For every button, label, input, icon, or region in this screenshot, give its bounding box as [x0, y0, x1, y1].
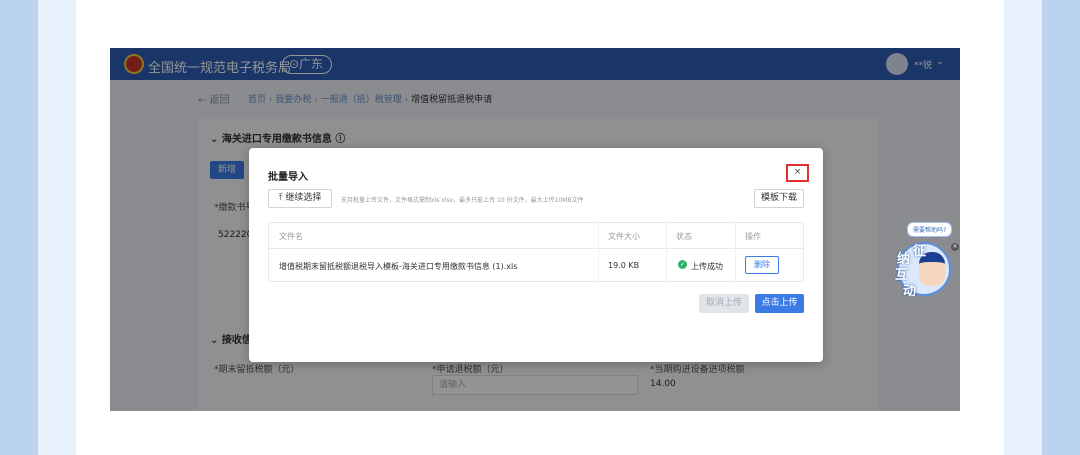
mascot-close-icon[interactable]: ×	[951, 243, 959, 251]
file-size: 19.0 KB	[608, 261, 640, 270]
dialog-title: 批量导入	[268, 172, 308, 183]
help-bubble[interactable]: 需要帮助吗?	[907, 222, 953, 237]
upload-hint: 支持批量上传文件，文件格式需制xls xlsx，最多只能上传 10 份文件，最大…	[341, 197, 584, 204]
mascot-char: 动	[903, 284, 917, 299]
mascot-widget[interactable]: 征 纳 互 动	[893, 240, 953, 300]
outer-border-left	[0, 0, 38, 455]
check-icon: ✓	[678, 260, 687, 269]
cancel-upload-button[interactable]: 取消上传	[699, 294, 749, 313]
mascot-char: 征	[913, 244, 927, 259]
column-divider	[735, 223, 736, 281]
column-header: 操作	[745, 232, 761, 241]
file-name: 增值税期末留抵税额退税导入模板-海关进口专用缴款书信息 (1).xls	[279, 262, 518, 271]
template-download-button[interactable]: 模板下载	[754, 189, 804, 208]
column-header: 状态	[676, 232, 692, 241]
outer-border-right	[1042, 0, 1080, 455]
column-header: 文件名	[279, 232, 303, 241]
column-header: 文件大小	[608, 232, 640, 241]
batch-import-dialog: 批量导入 × ⤒ 继续选择 支持批量上传文件，文件格式需制xls xlsx，最多…	[249, 148, 823, 362]
column-divider	[666, 223, 667, 281]
table-header: 文件名 文件大小 状态 操作	[269, 223, 803, 249]
upload-status: 上传成功	[691, 262, 723, 271]
close-icon[interactable]: ×	[788, 166, 807, 180]
continue-select-button[interactable]: ⤒ 继续选择	[268, 189, 332, 208]
file-table: 文件名 文件大小 状态 操作 增值税期末留抵税额退税导入模板-海关进口专用缴款书…	[268, 222, 804, 282]
column-divider	[598, 223, 599, 281]
delete-button[interactable]: 删除	[745, 256, 779, 274]
close-highlight: ×	[786, 164, 809, 182]
upload-button[interactable]: 点击上传	[755, 294, 804, 313]
